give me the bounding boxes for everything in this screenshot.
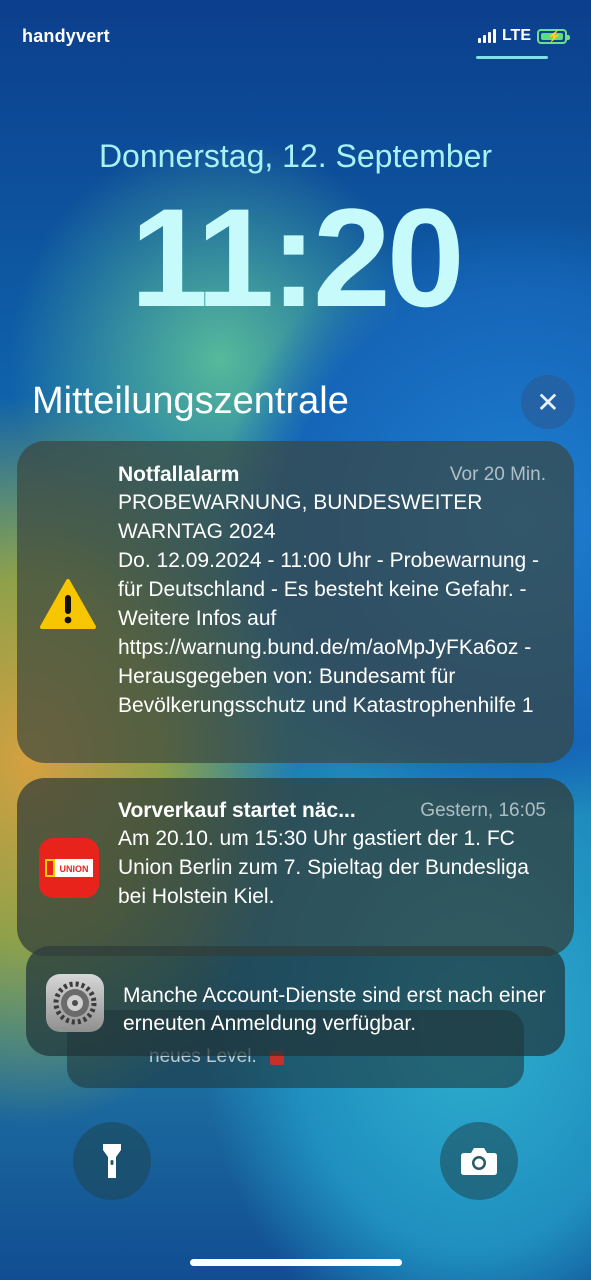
battery-icon: ⚡	[537, 28, 570, 44]
carrier-name: handyvert	[22, 26, 110, 46]
control-center-indicator[interactable]	[476, 56, 548, 59]
status-icons: LTE ⚡	[477, 27, 570, 45]
notification-center-title: Mitteilungszentrale	[32, 380, 349, 422]
union-berlin-icon: UNION	[39, 838, 99, 898]
svg-text:UNION: UNION	[60, 864, 89, 874]
notification-time: Gestern, 16:05	[420, 800, 546, 821]
camera-button[interactable]	[440, 1122, 518, 1200]
settings-gear-icon	[46, 974, 104, 1032]
close-icon[interactable]: ✕	[521, 375, 575, 429]
home-indicator[interactable]	[190, 1259, 402, 1266]
notification-card-union[interactable]: UNION Vorverkauf startet näc... Gestern,…	[17, 778, 574, 956]
notification-card-settings[interactable]: Manche Account-Dienste sind erst nach ei…	[26, 946, 565, 1056]
notification-body: Manche Account-Dienste sind erst nach ei…	[123, 984, 546, 1035]
notification-app-name: Notfallalarm	[118, 463, 240, 486]
notification-time: Vor 20 Min.	[449, 464, 546, 485]
notification-app-name: Vorverkauf startet näc...	[118, 799, 356, 822]
notification-body: PROBEWARNUNG, BUNDESWEITER WARNTAG 2024 …	[118, 491, 540, 717]
camera-icon	[461, 1148, 497, 1175]
warning-triangle-icon	[39, 575, 97, 633]
signal-icon	[477, 29, 496, 43]
lock-time: 11:20	[130, 179, 464, 336]
notification-card-emergency[interactable]: Notfallalarm Vor 20 Min. PROBEWARNUNG, B…	[17, 441, 574, 763]
notification-body: Am 20.10. um 15:30 Uhr gastiert der 1. F…	[118, 827, 529, 908]
lock-date: Donnerstag, 12. September	[98, 138, 493, 174]
flashlight-button[interactable]	[73, 1122, 151, 1200]
status-bar: handyvert LTE ⚡	[22, 26, 570, 50]
network-type: LTE	[501, 27, 531, 44]
flashlight-icon	[103, 1144, 121, 1178]
